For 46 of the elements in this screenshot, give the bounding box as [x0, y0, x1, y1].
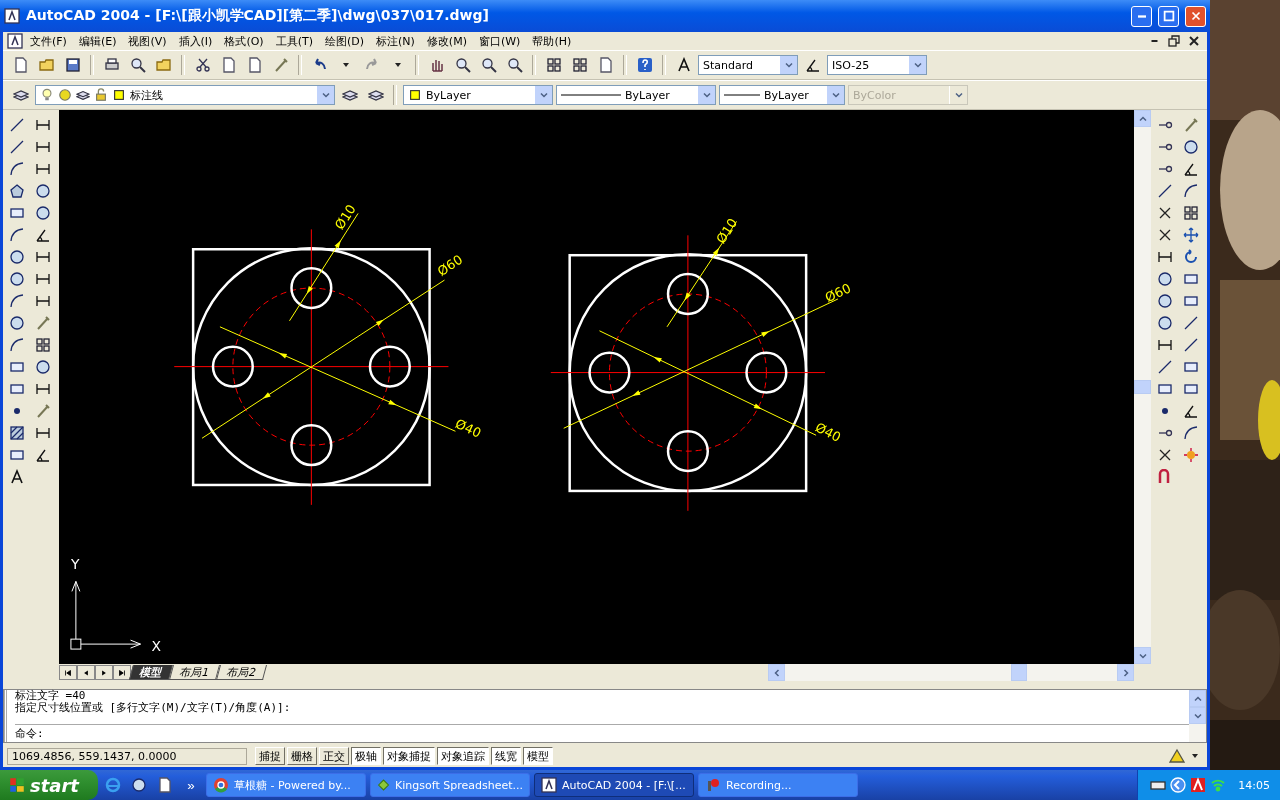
- menu-item[interactable]: 文件(F): [25, 33, 72, 49]
- menu-item[interactable]: 帮助(H): [527, 33, 577, 49]
- clock: 14:05: [1238, 778, 1270, 792]
- menu-item[interactable]: 窗口(W): [473, 33, 526, 49]
- menu-item[interactable]: 绘图(D): [319, 33, 370, 49]
- menu-item[interactable]: 格式(O): [219, 33, 269, 49]
- status-toggle[interactable]: 正交: [319, 747, 349, 765]
- window-title: AutoCAD 2004 - [F:\[跟小凯学CAD][第二季]\dwg\037\017.dwg]: [26, 7, 490, 25]
- status-toggle[interactable]: 模型: [523, 747, 553, 765]
- linetype-select[interactable]: ByLayer: [556, 85, 716, 105]
- status-toggle[interactable]: 对象捕捉: [383, 747, 435, 765]
- layout-tab[interactable]: 布局1: [169, 665, 220, 680]
- status-toggle[interactable]: 线宽: [491, 747, 521, 765]
- color-select[interactable]: ByLayer: [403, 85, 553, 105]
- status-toggle[interactable]: 极轴: [351, 747, 381, 765]
- command-prompt[interactable]: 命令:: [15, 727, 44, 740]
- coordinates-readout: 1069.4856, 559.1437, 0.0000: [7, 747, 247, 765]
- dimension-style-select[interactable]: ISO-25: [827, 55, 927, 75]
- start-button[interactable]: start: [0, 770, 98, 800]
- command-history-line: 指定尺寸线位置或 [多行文字(M)/文字(T)/角度(A)]:: [15, 702, 292, 714]
- dimension-text: Ø40: [453, 415, 484, 441]
- menu-item[interactable]: 视图(V): [123, 33, 172, 49]
- axis-label: Y: [70, 556, 80, 573]
- status-toggle[interactable]: 对象追踪: [437, 747, 489, 765]
- taskbar-button[interactable]: Kingsoft Spreadsheet...: [370, 773, 530, 797]
- taskbar-button[interactable]: Recording...: [698, 773, 858, 797]
- lineweight-select[interactable]: ByLayer: [719, 85, 845, 105]
- layout-tab[interactable]: 布局2: [216, 665, 267, 680]
- dimension-text: Ø60: [434, 251, 466, 279]
- dimension-text: Ø40: [812, 419, 844, 445]
- menu-item[interactable]: 工具(T): [270, 33, 318, 49]
- layout-tab[interactable]: 模型: [129, 665, 173, 680]
- more-button[interactable]: »: [180, 774, 202, 796]
- taskbar-button[interactable]: AutoCAD 2004 - [F:\[...: [534, 773, 694, 797]
- status-toggle[interactable]: 捕捉: [255, 747, 285, 765]
- axis-label: X: [151, 638, 161, 655]
- menu-item[interactable]: 修改(M): [421, 33, 472, 49]
- menu-item[interactable]: 标注(N): [371, 33, 420, 49]
- command-history-line: 标注文字 =40: [15, 690, 87, 702]
- text-style-select[interactable]: Standard: [698, 55, 798, 75]
- taskbar-button[interactable]: 草根糖 - Powered by...: [206, 773, 366, 797]
- menu-item[interactable]: 插入(I): [173, 33, 218, 49]
- menu-item[interactable]: 编辑(E): [73, 33, 122, 49]
- dimension-text: Ø60: [822, 280, 854, 306]
- layer-select[interactable]: 标注线: [35, 85, 335, 105]
- status-toggle[interactable]: 栅格: [287, 747, 317, 765]
